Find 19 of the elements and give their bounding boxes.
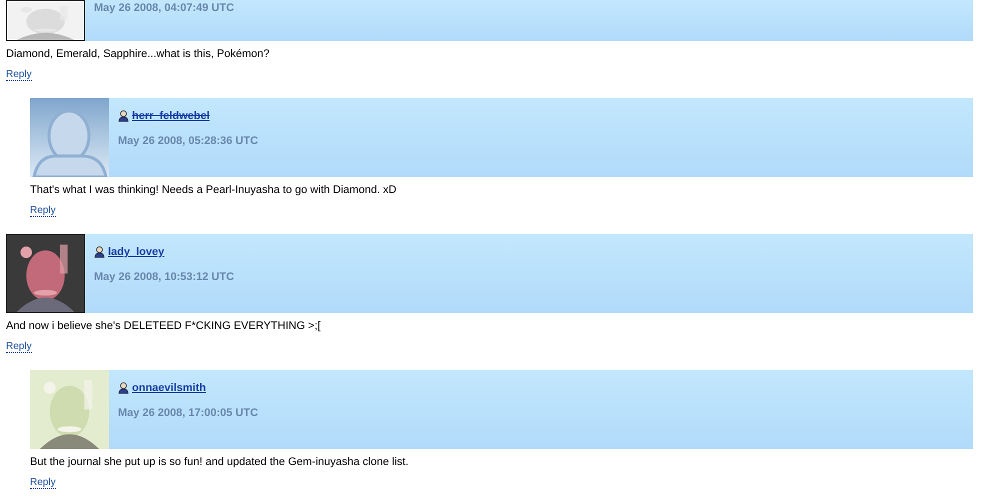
username-link[interactable]: onnaevilsmith: [132, 380, 206, 396]
user-icon: [118, 110, 129, 122]
comment-text: And now i believe she's DELETEED F*CKING EVERYTHING >;[: [6, 319, 322, 333]
username-link[interactable]: herr_feldwebel: [132, 108, 210, 124]
comment-text: But the journal she put up is so fun! and updated the Gem-inuyasha clone list.: [30, 455, 410, 469]
username-link[interactable]: lady_lovey: [108, 244, 164, 260]
reply-link[interactable]: Reply: [6, 341, 32, 353]
default-avatar-icon: [30, 98, 109, 177]
user-icon: [94, 246, 105, 258]
comment-date: May 26 2008, 10:53:12 UTC: [94, 270, 236, 284]
reply-link[interactable]: Reply: [30, 205, 56, 217]
reply-link[interactable]: Reply: [30, 477, 56, 489]
comment-date: May 26 2008, 04:07:49 UTC: [94, 1, 236, 16]
comment-text: Diamond, Emerald, Sapphire...what is this, Pokémon?: [6, 47, 271, 61]
comment-text: That's what I was thinking! Needs a Pearl-Inuyasha to go with Diamond. xD: [30, 183, 398, 197]
comment-date: May 26 2008, 05:28:36 UTC: [118, 134, 260, 148]
user-icon: [118, 382, 129, 394]
reply-link[interactable]: Reply: [6, 69, 32, 81]
comment-date: May 26 2008, 17:00:05 UTC: [118, 406, 260, 420]
